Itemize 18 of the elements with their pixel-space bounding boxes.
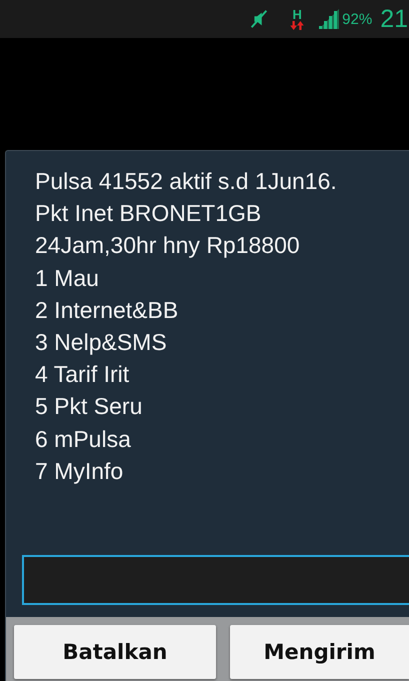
battery-percentage: 92%: [342, 10, 372, 28]
message-line: Pulsa 41552 aktif s.d 1Jun16.: [35, 167, 338, 196]
message-line: 24Jam,30hr hny Rp18800: [35, 231, 301, 260]
message-line: 2 Internet&BB: [35, 296, 180, 325]
message-line: Pkt Inet BRONET1GB: [35, 199, 262, 228]
cancel-button[interactable]: Batalkan: [14, 625, 216, 679]
message-line: 4 Tarif Irit: [35, 360, 130, 390]
message-line: 3 Nelp&SMS: [35, 328, 168, 358]
clock-time: 21: [380, 4, 408, 34]
message-line: 7 MyInfo: [35, 456, 124, 486]
message-line: 5 Pkt Seru: [35, 392, 144, 422]
send-button[interactable]: Mengirim: [230, 625, 409, 679]
message-line: 6 mPulsa: [35, 424, 132, 454]
message-line: 1 Mau: [35, 264, 100, 293]
reply-input-field[interactable]: [22, 555, 409, 605]
data-arrows-icon: [290, 21, 304, 30]
signal-icon: [318, 9, 340, 29]
network-type-label: H: [292, 8, 302, 21]
